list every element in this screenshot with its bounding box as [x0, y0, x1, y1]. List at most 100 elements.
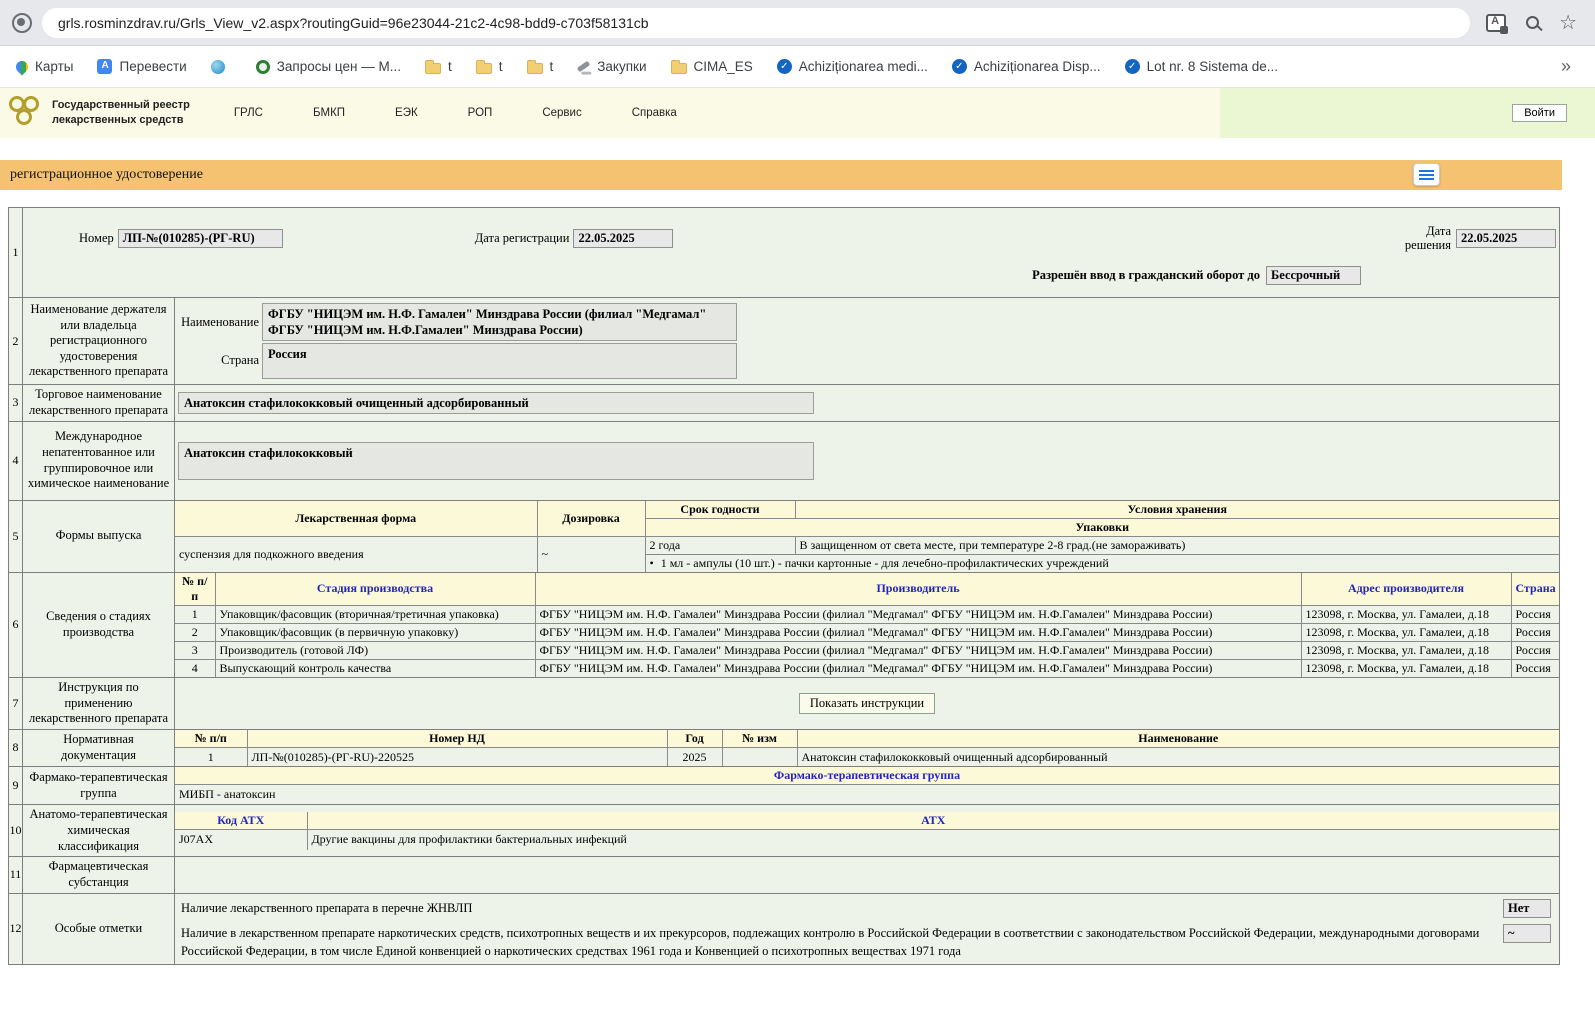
grls-logo-icon[interactable]	[8, 93, 50, 133]
nav-help[interactable]: Справка	[632, 107, 677, 119]
site-title-line1: Государственный реестр	[52, 98, 190, 113]
holder-country-label: Страна	[175, 353, 259, 368]
zoom-icon[interactable]	[1526, 16, 1539, 29]
bookmark-label: CIMA_ES	[694, 59, 753, 74]
holder-label: Наименование держателя или владельца рег…	[23, 297, 175, 385]
translate-icon	[97, 59, 112, 74]
login-button[interactable]: Войти	[1512, 104, 1567, 122]
bookmark-label: Achiziționarea Disp...	[974, 59, 1101, 74]
list-view-button[interactable]	[1413, 163, 1440, 186]
bookmark-achizitionarea-disp[interactable]: Achiziționarea Disp...	[952, 59, 1101, 74]
col-header-address: Адрес производителя	[1301, 573, 1511, 606]
dosage-header: Дозировка	[537, 501, 645, 537]
row-6-production-stages: 6 Сведения о стадиях производства № п/п …	[9, 572, 1560, 678]
site-info-icon[interactable]	[12, 13, 32, 33]
pharm-group-label: Фармако-терапевтическая группа	[23, 766, 175, 805]
normative-docs-label: Нормативная документация	[23, 729, 175, 766]
maps-pin-icon	[14, 58, 31, 75]
stage-name: Упаковщик/фасовщик (в первичную упаковку…	[215, 623, 535, 641]
col-header-revision: № изм	[722, 730, 797, 748]
civil-circulation-label: Разрешён ввод в гражданский оборот до	[1032, 268, 1260, 283]
bookmark-folder-t2[interactable]: t	[476, 59, 503, 74]
bookmark-maps[interactable]: Карты	[16, 59, 73, 74]
check-badge-icon	[777, 59, 792, 74]
check-badge-icon	[952, 59, 967, 74]
stage-n: 4	[175, 659, 215, 677]
nav-bmkp[interactable]: БМКП	[313, 107, 345, 119]
holder-country-field[interactable]: Россия	[262, 343, 737, 379]
bookmark-price-requests[interactable]: Запросы цен — М...	[256, 59, 401, 74]
row-5-release-forms: 5 Формы выпуска Лекарственная форма Дози…	[9, 500, 1560, 572]
site-nav: ГРЛС БМКП ЕЭК РОП Сервис Справка	[234, 107, 677, 119]
trade-name-field[interactable]: Анатоксин стафилококковый очищенный адсо…	[178, 392, 814, 414]
nav-grls[interactable]: ГРЛС	[234, 107, 263, 119]
stage-row: 4 Выпускающий контроль качества ФГБУ "НИ…	[175, 659, 1559, 677]
zhnvlp-field[interactable]: Нет	[1503, 899, 1551, 918]
bookmark-folder-t3[interactable]: t	[527, 59, 554, 74]
stage-country: Россия	[1511, 659, 1559, 677]
row-number: 7	[9, 678, 23, 730]
atc-table: Код АТХ АТХ J07AX Другие вакцины для про…	[175, 812, 1559, 850]
folder-icon	[671, 63, 687, 74]
site-title-line2: лекарственных средств	[52, 113, 190, 128]
bookmark-label: t	[550, 59, 554, 74]
registration-date-label: Дата регистрации	[475, 231, 570, 246]
narcotics-text: Наличие в лекарственном препарате наркот…	[181, 924, 1495, 962]
stage-address: 123098, г. Москва, ул. Гамалеи, д.18	[1301, 605, 1511, 623]
civil-circulation-field[interactable]: Бессрочный	[1266, 266, 1361, 285]
stage-row: 3 Производитель (готовой ЛФ) ФГБУ "НИЦЭМ…	[175, 641, 1559, 659]
row-number: 11	[9, 857, 23, 893]
bookmark-achizitionarea-medi[interactable]: Achiziționarea medi...	[777, 59, 928, 74]
nav-service[interactable]: Сервис	[542, 107, 581, 119]
bookmarks-overflow-chevron[interactable]: »	[1561, 56, 1579, 77]
favorite-star-icon[interactable]	[1559, 13, 1577, 33]
stage-country: Россия	[1511, 605, 1559, 623]
doc-revision	[722, 748, 797, 766]
bookmark-unlabeled[interactable]	[211, 60, 232, 74]
registration-date-field[interactable]: 22.05.2025	[573, 229, 673, 248]
url-bar[interactable]: grls.rosminzdrav.ru/Grls_View_v2.aspx?ro…	[42, 8, 1470, 38]
instructions-label: Инструкция по применению лекарственного …	[23, 678, 175, 730]
number-field[interactable]: ЛП-№(010285)-(РГ-RU)	[118, 229, 283, 248]
number-label: Номер	[79, 231, 114, 246]
inn-field[interactable]: Анатоксин стафилококковый	[178, 442, 814, 480]
stage-manufacturer: ФГБУ "НИЦЭМ им. Н.Ф. Гамалеи" Минздрава …	[535, 605, 1301, 623]
stage-n: 3	[175, 641, 215, 659]
row-number: 4	[9, 421, 23, 500]
bookmark-translate[interactable]: Перевести	[97, 59, 186, 74]
pharm-group-value: МИБП - анатоксин	[175, 784, 1559, 804]
stage-n: 2	[175, 623, 215, 641]
holder-name-field[interactable]: ФГБУ "НИЦЭМ им. Н.Ф. Гамалеи" Минздрава …	[262, 303, 737, 342]
dosage-value: ~	[537, 536, 645, 572]
holder-name-label: Наименование	[175, 315, 259, 330]
spacer	[0, 138, 1595, 160]
bookmark-zakupki[interactable]: Закупки	[577, 59, 646, 74]
bookmark-label: Lot nr. 8 Sistema de...	[1147, 59, 1278, 74]
production-stages-table: № п/п Стадия производства Производитель …	[175, 573, 1559, 678]
bookmark-folder-t1[interactable]: t	[425, 59, 452, 74]
row-number: 8	[9, 729, 23, 766]
nav-eek[interactable]: ЕЭК	[395, 107, 418, 119]
nav-rop[interactable]: РОП	[468, 107, 493, 119]
stage-country: Россия	[1511, 641, 1559, 659]
show-instructions-button[interactable]: Показать инструкции	[799, 693, 935, 714]
bookmark-lot-nr-8[interactable]: Lot nr. 8 Sistema de...	[1125, 59, 1278, 74]
decision-date-field[interactable]: 22.05.2025	[1456, 229, 1556, 248]
bookmark-cima-es[interactable]: CIMA_ES	[671, 59, 753, 74]
row-number: 3	[9, 385, 23, 421]
narcotics-field[interactable]: ~	[1503, 924, 1551, 943]
page-title: регистрационное удостоверение	[10, 167, 203, 183]
row-number: 2	[9, 297, 23, 385]
stage-country: Россия	[1511, 623, 1559, 641]
stage-name: Выпускающий контроль качества	[215, 659, 535, 677]
doc-nd-number: ЛП-№(010285)-(РГ-RU)-220525	[247, 748, 667, 766]
page-banner: регистрационное удостоверение	[0, 160, 1562, 190]
row-number: 5	[9, 500, 23, 572]
registration-certificate-table: 1 Номер ЛП-№(010285)-(РГ-RU) Дата регист…	[8, 207, 1560, 965]
list-icon	[1419, 170, 1434, 180]
translate-page-icon[interactable]	[1486, 14, 1506, 32]
stage-name: Упаковщик/фасовщик (вторичная/третичная …	[215, 605, 535, 623]
stage-n: 1	[175, 605, 215, 623]
check-badge-icon	[1125, 59, 1140, 74]
stage-row: 1 Упаковщик/фасовщик (вторичная/третична…	[175, 605, 1559, 623]
